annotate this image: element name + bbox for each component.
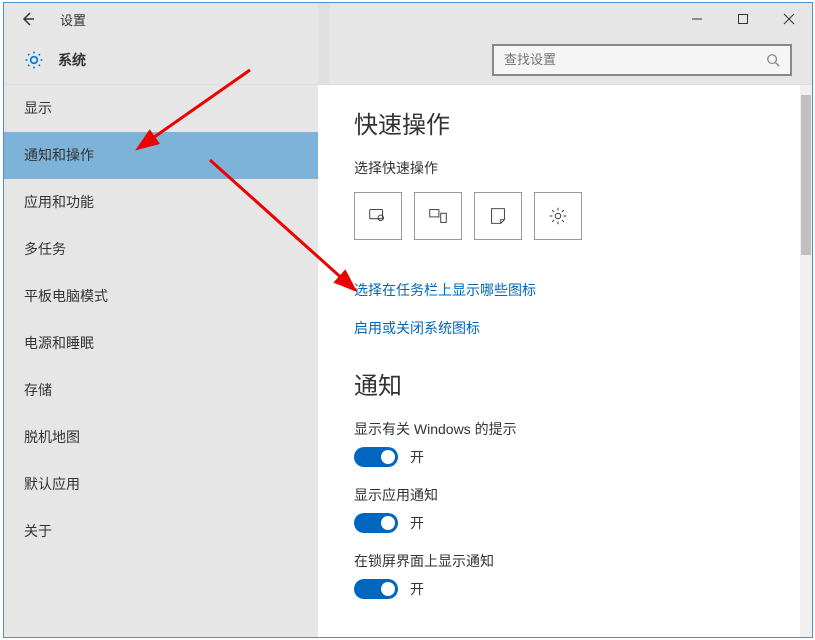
back-arrow-icon <box>20 11 36 27</box>
subheader-title: 系统 <box>58 50 86 70</box>
toggle-row: 开 <box>354 513 812 533</box>
sidebar-item-multitask[interactable]: 多任务 <box>4 226 318 273</box>
sidebar-item-label: 脱机地图 <box>24 427 80 447</box>
minimize-icon <box>691 13 703 25</box>
scroll-thumb[interactable] <box>801 95 811 255</box>
maximize-button[interactable] <box>720 3 766 35</box>
titlebar-left: 设置 <box>4 3 86 35</box>
gear-icon <box>24 50 44 70</box>
window-controls <box>674 3 812 35</box>
toggle-windows-tips[interactable] <box>354 447 398 467</box>
qa-tile-note[interactable] <box>474 192 522 240</box>
sidebar-item-apps[interactable]: 应用和功能 <box>4 179 318 226</box>
search-box[interactable] <box>492 44 792 76</box>
notif-label: 在锁屏界面上显示通知 <box>354 551 812 571</box>
notif-item-windows-tips: 显示有关 Windows 的提示 开 <box>354 419 812 467</box>
search-input[interactable] <box>504 52 766 67</box>
sidebar-item-label: 应用和功能 <box>24 192 94 212</box>
toggle-app-notifications[interactable] <box>354 513 398 533</box>
search-icon <box>766 53 780 67</box>
toggle-state: 开 <box>410 579 424 599</box>
window-title: 设置 <box>60 10 86 29</box>
maximize-icon <box>737 13 749 25</box>
sidebar-item-label: 通知和操作 <box>24 145 94 165</box>
link-taskbar-icons[interactable]: 选择在任务栏上显示哪些图标 <box>354 280 812 300</box>
sidebar-item-display[interactable]: 显示 <box>4 85 318 132</box>
qa-tile-settings[interactable] <box>534 192 582 240</box>
qa-tile-tablet[interactable] <box>354 192 402 240</box>
note-icon <box>487 205 509 227</box>
quick-actions-subtitle: 选择快速操作 <box>354 158 812 178</box>
content-pane: 快速操作 选择快速操作 选择在任务栏上显示哪些图标 启用或关闭系统图标 <box>318 85 812 637</box>
notif-label: 显示有关 Windows 的提示 <box>354 419 812 439</box>
notif-label: 显示应用通知 <box>354 485 812 505</box>
settings-window: 设置 系统 显示 通知和操 <box>3 2 813 638</box>
quick-actions-title: 快速操作 <box>354 105 812 140</box>
sidebar-item-label: 电源和睡眠 <box>24 333 94 353</box>
notifications-section: 通知 显示有关 Windows 的提示 开 显示应用通知 开 <box>354 366 812 599</box>
tablet-icon <box>367 205 389 227</box>
sidebar-item-label: 平板电脑模式 <box>24 286 108 306</box>
notifications-title: 通知 <box>354 366 812 401</box>
qa-tile-connect[interactable] <box>414 192 462 240</box>
sidebar-item-label: 默认应用 <box>24 474 80 494</box>
subheader-left: 系统 <box>24 50 86 70</box>
sidebar-item-label: 关于 <box>24 521 52 541</box>
quick-actions-row <box>354 192 812 240</box>
subheader: 系统 <box>4 35 812 85</box>
toggle-row: 开 <box>354 579 812 599</box>
sidebar-item-notifications[interactable]: 通知和操作 <box>4 132 318 179</box>
sidebar-item-offline-maps[interactable]: 脱机地图 <box>4 414 318 461</box>
sidebar-item-storage[interactable]: 存储 <box>4 367 318 414</box>
back-button[interactable] <box>4 3 52 35</box>
sidebar-item-label: 显示 <box>24 98 52 118</box>
close-button[interactable] <box>766 3 812 35</box>
content-scrollbar[interactable] <box>800 85 812 637</box>
toggle-state: 开 <box>410 447 424 467</box>
connect-icon <box>427 205 449 227</box>
body-area: 显示 通知和操作 应用和功能 多任务 平板电脑模式 电源和睡眠 存储 脱机地图 … <box>4 85 812 637</box>
sidebar-item-label: 多任务 <box>24 239 66 259</box>
titlebar: 设置 <box>4 3 812 35</box>
toggle-row: 开 <box>354 447 812 467</box>
sidebar-item-tablet[interactable]: 平板电脑模式 <box>4 273 318 320</box>
sidebar: 显示 通知和操作 应用和功能 多任务 平板电脑模式 电源和睡眠 存储 脱机地图 … <box>4 85 318 637</box>
toggle-lockscreen[interactable] <box>354 579 398 599</box>
sidebar-item-label: 存储 <box>24 380 52 400</box>
notif-item-lockscreen: 在锁屏界面上显示通知 开 <box>354 551 812 599</box>
sidebar-item-about[interactable]: 关于 <box>4 508 318 555</box>
minimize-button[interactable] <box>674 3 720 35</box>
sidebar-item-power[interactable]: 电源和睡眠 <box>4 320 318 367</box>
gear-tile-icon <box>547 205 569 227</box>
close-icon <box>783 13 795 25</box>
notif-item-app-notifications: 显示应用通知 开 <box>354 485 812 533</box>
sidebar-item-default-apps[interactable]: 默认应用 <box>4 461 318 508</box>
link-system-icons[interactable]: 启用或关闭系统图标 <box>354 318 812 338</box>
toggle-state: 开 <box>410 513 424 533</box>
